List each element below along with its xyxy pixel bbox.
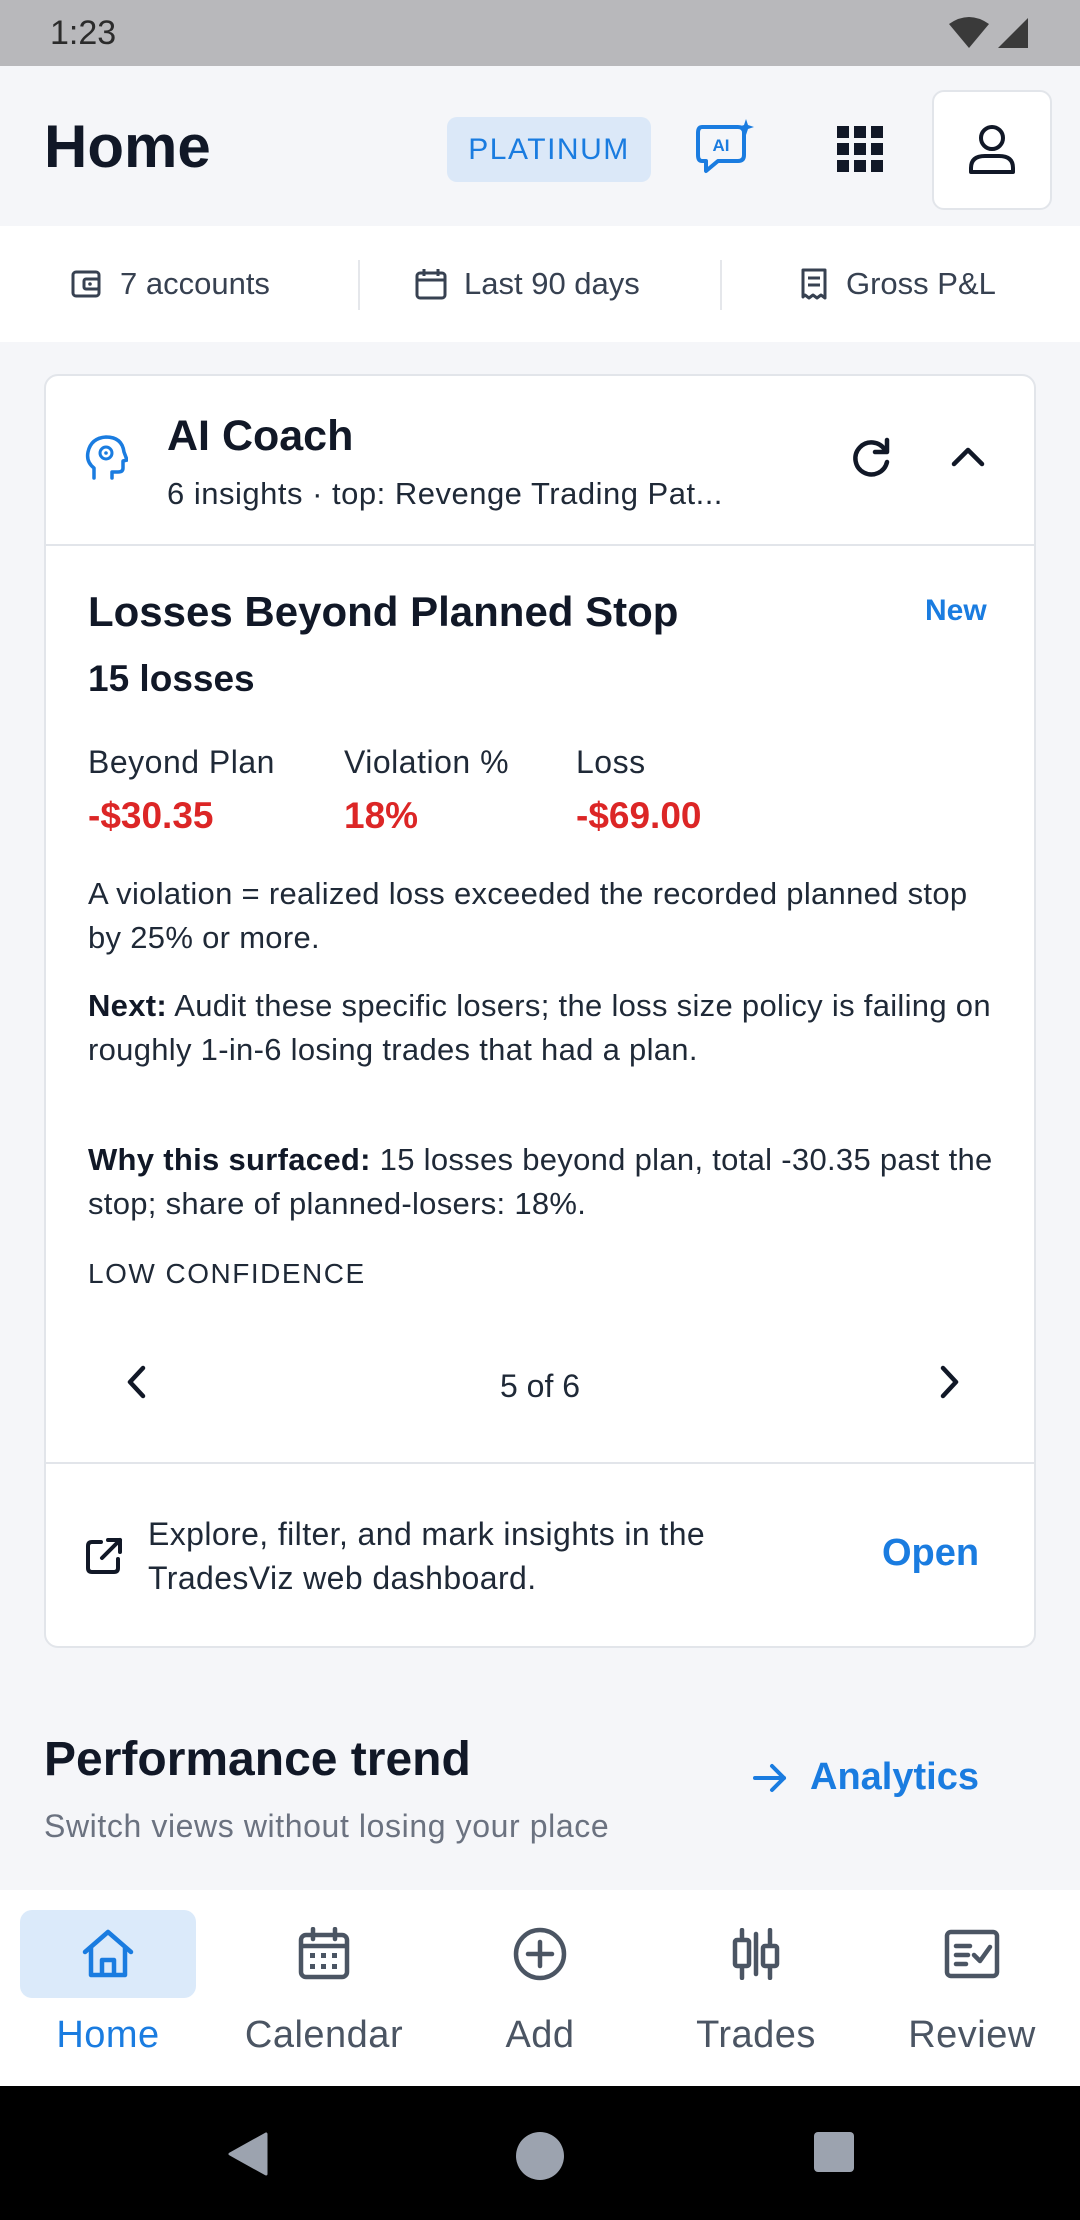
filter-divider [358, 260, 360, 310]
nav-item-calendar[interactable]: Calendar [236, 1910, 416, 2080]
status-icons [948, 16, 1030, 50]
bottom-nav: Home Calendar Add Trades Review [0, 1890, 1080, 2086]
metric-beyond-plan: Beyond Plan -$30.35 [88, 744, 275, 837]
brain-head-icon [85, 435, 128, 480]
filter-divider [720, 260, 722, 310]
page-title: Home [44, 113, 211, 180]
home-icon [82, 1929, 134, 1978]
confidence-label: LOW CONFIDENCE [88, 1258, 366, 1289]
grid-icon [837, 126, 883, 172]
metric-filter-label: Gross P&L [846, 266, 996, 301]
accounts-filter[interactable]: 7 accounts [70, 226, 270, 342]
wifi-icon [949, 17, 989, 48]
nav-label: Trades [696, 2014, 816, 2056]
performance-trend-section: Performance trend Switch views without l… [0, 1720, 1080, 1890]
nav-icon-wrap [20, 1910, 196, 1998]
nav-icon-wrap [452, 1910, 628, 1998]
nav-label: Add [505, 2014, 575, 2056]
nav-icon-wrap [884, 1910, 1060, 1998]
metric-violation-percent: Violation % 18% [344, 744, 509, 837]
next-text: Audit these specific losers; the loss si… [88, 988, 991, 1067]
analytics-link-label: Analytics [810, 1756, 979, 1798]
nav-item-home[interactable]: Home [20, 1910, 200, 2080]
performance-subtitle: Switch views without losing your place [44, 1808, 610, 1844]
insight-next-step: Next: Audit these specific losers; the l… [88, 984, 998, 1072]
date-range-label: Last 90 days [464, 266, 640, 301]
apps-grid-button[interactable] [820, 114, 900, 184]
app-header: Home PLATINUM AI [0, 66, 1080, 226]
metric-label: Violation % [344, 744, 510, 780]
calendar-icon [298, 1927, 350, 1980]
nav-label: Home [56, 2014, 160, 2056]
back-icon[interactable] [224, 2130, 272, 2178]
metric-loss: Loss -$69.00 [576, 744, 702, 837]
ai-chat-button[interactable]: AI [690, 114, 760, 184]
calendar-icon [415, 269, 447, 300]
insight-card: Losses Beyond Planned Stop New 15 losses… [46, 548, 1034, 1464]
nav-icon-wrap [236, 1910, 412, 1998]
filter-bar: 7 accounts Last 90 days Gross P&L [0, 226, 1080, 342]
accounts-filter-label: 7 accounts [120, 266, 270, 301]
metric-value: -$69.00 [576, 795, 702, 836]
nav-icon-wrap [668, 1910, 844, 1998]
wallet-icon [71, 270, 101, 298]
why-label: Why this surfaced: [88, 1142, 371, 1177]
ai-coach-header[interactable]: AI Coach 6 insights · top: Revenge Tradi… [46, 376, 1034, 546]
recents-icon[interactable] [812, 2130, 856, 2174]
analytics-link[interactable]: Analytics [752, 1756, 979, 1799]
profile-button[interactable] [932, 90, 1052, 210]
metric-filter[interactable]: Gross P&L [798, 226, 996, 342]
receipt-icon [801, 268, 827, 300]
user-icon [969, 125, 1015, 174]
insight-pager: 5 of 6 [46, 1348, 1034, 1428]
status-bar: 1:23 [0, 0, 1080, 66]
insight-why: Why this surfaced: 15 losses beyond plan… [88, 1138, 998, 1226]
nav-item-trades[interactable]: Trades [668, 1910, 848, 2080]
insight-definition: A violation = realized loss exceeded the… [88, 876, 968, 955]
home-circle-icon[interactable] [514, 2130, 566, 2182]
nav-label: Review [908, 2014, 1036, 2056]
arrow-right-icon [753, 1763, 786, 1792]
insight-count: 15 losses [88, 658, 255, 699]
refresh-icon[interactable] [846, 434, 896, 484]
open-dashboard-link[interactable]: Open [882, 1532, 979, 1575]
performance-title: Performance trend [44, 1733, 471, 1786]
external-link-icon [86, 1538, 122, 1574]
metric-label: Beyond Plan [88, 744, 275, 780]
add-circle-icon [513, 1927, 567, 1981]
next-label: Next: [88, 988, 168, 1023]
ai-coach-card: AI Coach 6 insights · top: Revenge Tradi… [44, 374, 1036, 1648]
pager-text: 5 of 6 [499, 1368, 581, 1404]
metric-value: 18% [344, 795, 419, 836]
plan-badge[interactable]: PLATINUM [447, 117, 651, 182]
date-range-filter[interactable]: Last 90 days [414, 226, 640, 342]
chevron-right-icon[interactable] [926, 1360, 970, 1404]
ai-coach-subtitle: 6 insights · top: Revenge Trading Pat... [167, 476, 723, 511]
ai-chat-icon: AI [696, 119, 754, 173]
cellular-signal-icon [998, 18, 1028, 48]
review-checklist-icon [944, 1929, 1000, 1979]
svg-text:AI: AI [713, 136, 730, 155]
insight-title: Losses Beyond Planned Stop [88, 588, 679, 635]
new-badge: New [925, 594, 987, 627]
metric-value: -$30.35 [88, 795, 214, 836]
ai-coach-title: AI Coach [167, 412, 354, 460]
nav-item-add[interactable]: Add [452, 1910, 632, 2080]
chevron-up-icon[interactable] [946, 434, 990, 478]
explore-web-dashboard: Explore, filter, and mark insights in th… [46, 1466, 1034, 1646]
explore-text: Explore, filter, and mark insights in th… [148, 1516, 706, 1596]
status-time: 1:23 [50, 13, 117, 52]
candlestick-icon [732, 1928, 780, 1980]
nav-item-review[interactable]: Review [884, 1910, 1064, 2080]
system-nav-bar [0, 2086, 1080, 2220]
metric-label: Loss [576, 744, 646, 780]
nav-label: Calendar [244, 2014, 404, 2056]
